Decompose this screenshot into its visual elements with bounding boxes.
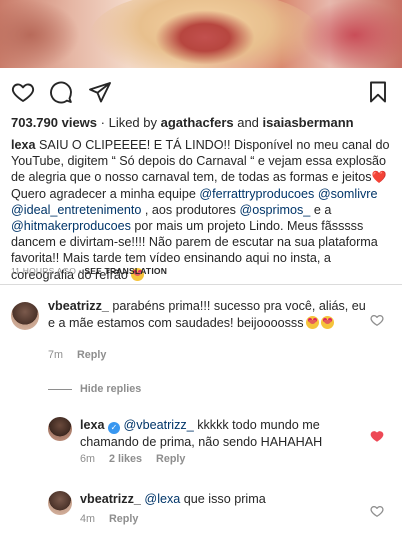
hide-replies-label: Hide replies — [80, 383, 142, 395]
caption-mention[interactable]: @somlivre — [318, 187, 378, 201]
avatar[interactable] — [48, 417, 72, 441]
comment-username[interactable]: vbeatrizz_ — [48, 299, 109, 313]
liked-by-prefix: · Liked by — [97, 115, 161, 130]
caption-text: Quero agradecer a minha equipe — [11, 186, 200, 201]
post-image-region — [0, 0, 80, 68]
reply-mention[interactable]: @vbeatrizz_ — [124, 418, 194, 432]
hide-replies-button[interactable]: Hide replies — [48, 383, 141, 395]
views-liked-by-line: 703.790 views · Liked by agathacfers and… — [11, 115, 392, 130]
reply-username[interactable]: lexa — [80, 418, 105, 432]
heart-filled-icon[interactable] — [370, 429, 384, 443]
reply-text: lexa ✓ @vbeatrizz_ kkkkk todo mundo me c… — [80, 417, 366, 451]
reply-button[interactable]: Reply — [77, 349, 106, 361]
reply-time: 6m — [80, 453, 95, 465]
bookmark-icon[interactable] — [366, 80, 390, 104]
reply-likes-count[interactable]: 2 likes — [109, 453, 142, 465]
heart-eyes-emoji-icon — [320, 315, 334, 329]
comment-text: vbeatrizz_ parabéns prima!!! sucesso pra… — [48, 298, 366, 331]
divider — [0, 284, 402, 285]
post-timestamp-line: 11 HOURS AGO • SEE TRANSLATION — [11, 266, 167, 276]
red-heart-emoji: ❤️ — [371, 170, 387, 185]
see-translation-link[interactable]: SEE TRANSLATION — [84, 266, 167, 276]
caption-mention[interactable]: @hitmakerproducoes — [11, 219, 131, 233]
caption-mention[interactable]: @osprimos_ — [239, 203, 310, 217]
liked-by-and: and — [233, 115, 263, 130]
reply-meta: 4m Reply — [80, 513, 138, 525]
comment-time: 7m — [48, 349, 63, 361]
post-timestamp: 11 HOURS AGO — [11, 266, 77, 276]
post-action-bar — [11, 80, 390, 106]
heart-outline-icon[interactable] — [370, 504, 384, 518]
reply-body: que isso prima — [180, 492, 266, 506]
caption-mention[interactable]: @ferrattryproducoes — [199, 187, 314, 201]
heart-eyes-emoji-icon — [305, 315, 319, 329]
post-image-region — [300, 0, 402, 68]
paper-plane-icon[interactable] — [88, 80, 112, 104]
caption-mention[interactable]: @ideal_entretenimento — [11, 203, 141, 217]
hide-replies-line — [48, 388, 72, 390]
comment-bubble-icon[interactable] — [49, 80, 73, 104]
comment-meta: 7m Reply — [48, 349, 106, 361]
reply-time: 4m — [80, 513, 95, 525]
post-image[interactable] — [0, 0, 402, 68]
liked-by-user[interactable]: agathacfers — [161, 115, 234, 130]
caption-text: e a — [310, 202, 332, 217]
heart-outline-icon[interactable] — [11, 80, 35, 104]
caption-username[interactable]: lexa — [11, 138, 36, 152]
liked-by-user[interactable]: isaiasbermann — [263, 115, 354, 130]
avatar[interactable] — [11, 302, 39, 330]
avatar[interactable] — [48, 491, 72, 515]
post-image-region — [155, 10, 255, 65]
reply-mention[interactable]: @lexa — [144, 492, 180, 506]
reply-username[interactable]: vbeatrizz_ — [80, 492, 141, 506]
post-caption: lexa SAIU O CLIPEEEE! E TÁ LINDO!! Dispo… — [11, 137, 395, 283]
caption-text: , aos produtores — [141, 202, 240, 217]
reply-button[interactable]: Reply — [156, 453, 185, 465]
caption-text: SAIU O CLIPEEEE! E TÁ LINDO!! Disponível… — [11, 138, 390, 185]
verified-badge-icon: ✓ — [108, 422, 121, 434]
views-count[interactable]: 703.790 views — [11, 115, 97, 130]
reply-button[interactable]: Reply — [109, 513, 138, 525]
heart-outline-icon[interactable] — [370, 313, 384, 327]
reply-text: vbeatrizz_ @lexa que isso prima — [80, 491, 366, 508]
reply-meta: 6m 2 likes Reply — [80, 453, 185, 465]
